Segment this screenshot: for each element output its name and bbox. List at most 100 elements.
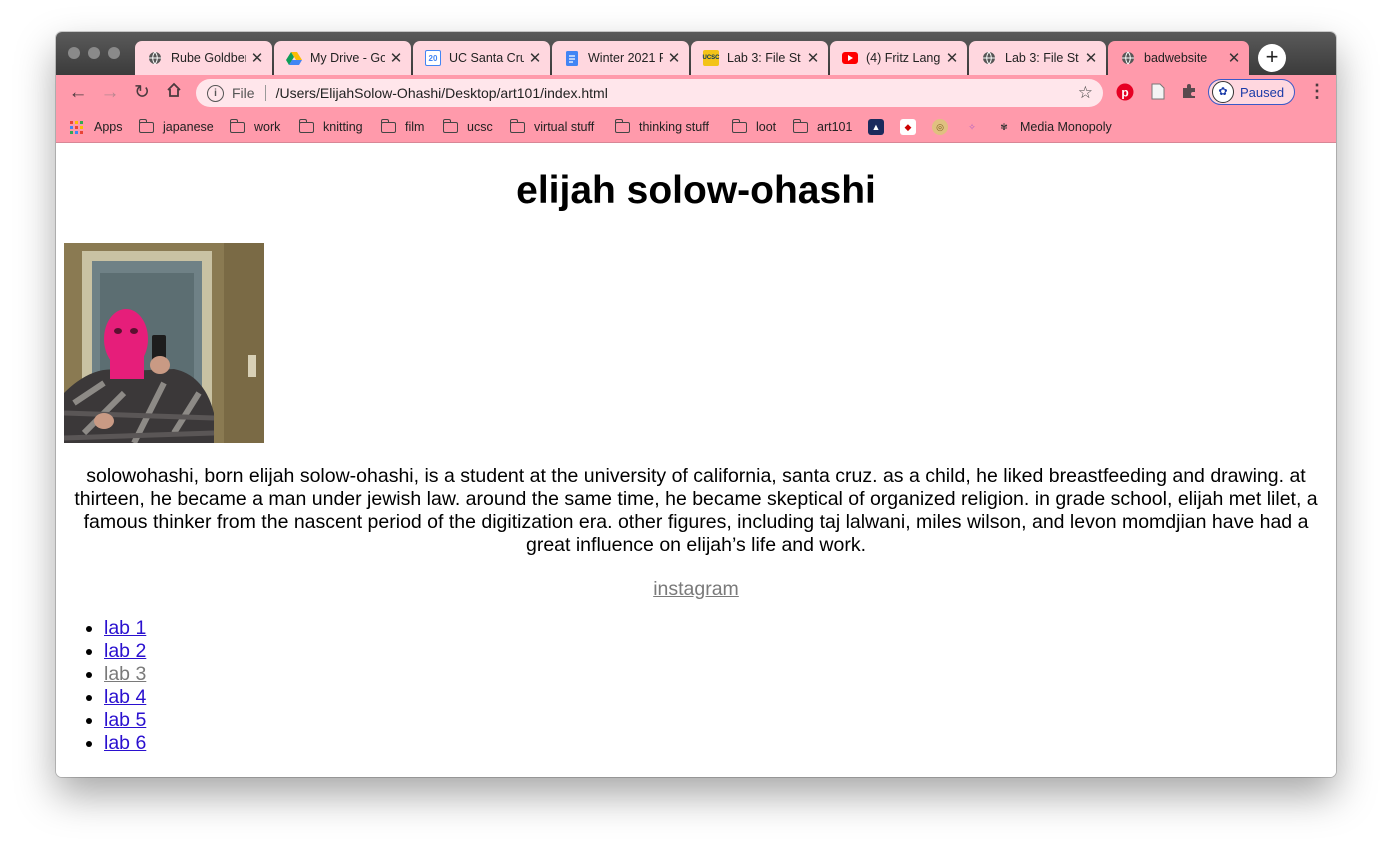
list-item: lab 3: [104, 663, 146, 686]
tab-title: Winter 2021 F: [588, 51, 663, 65]
lab-1-link[interactable]: lab 1: [104, 617, 146, 639]
reload-button[interactable]: ↻: [130, 81, 154, 105]
bookmark-folder-loot[interactable]: loot: [731, 117, 776, 137]
tab-my-drive[interactable]: My Drive - Go ✕: [274, 41, 411, 75]
list-item: lab 1: [104, 617, 146, 640]
folder-icon: [298, 118, 314, 133]
tab-uc-santa-cruz[interactable]: 20 UC Santa Cru ✕: [413, 41, 550, 75]
page-title: elijah solow-ohashi: [516, 169, 876, 212]
tab-badwebsite[interactable]: badwebsite ✕: [1108, 41, 1249, 75]
instagram-link[interactable]: instagram: [653, 578, 739, 600]
bookmark-folder-ucsc[interactable]: ucsc: [442, 117, 493, 137]
close-icon[interactable]: ✕: [1084, 49, 1098, 67]
lab-6-link[interactable]: lab 6: [104, 732, 146, 754]
tab-winter-2021[interactable]: Winter 2021 F ✕: [552, 41, 689, 75]
list-item: lab 4: [104, 686, 146, 709]
close-icon[interactable]: ✕: [945, 49, 959, 67]
seal-icon: ◎: [932, 119, 948, 135]
labs-list: lab 1 lab 2 lab 3 lab 4 lab 5 lab 6: [104, 617, 146, 755]
bookmark-folder-virtual-stuff[interactable]: virtual stuff: [509, 117, 594, 137]
close-icon[interactable]: ✕: [528, 49, 542, 67]
bookmark-apps[interactable]: Apps: [70, 117, 123, 137]
bookmark-folder-knitting[interactable]: knitting: [298, 117, 363, 137]
folder-icon: [229, 118, 245, 133]
lab-3-link[interactable]: lab 3: [104, 663, 146, 685]
reload-icon: ↻: [134, 82, 150, 103]
address-bar[interactable]: i File /Users/ElijahSolow-Ohashi/Desktop…: [196, 79, 1103, 107]
bookmark-label: japanese: [163, 120, 214, 134]
url-text[interactable]: /Users/ElijahSolow-Ohashi/Desktop/art101…: [276, 85, 1078, 101]
minimize-window-button[interactable]: [88, 47, 100, 59]
info-icon[interactable]: i: [207, 84, 224, 102]
bookmark-folder-japanese[interactable]: japanese: [138, 117, 214, 137]
bookmark-site-1[interactable]: ▲: [868, 117, 884, 137]
youtube-icon: [842, 50, 858, 66]
tab-title: UC Santa Cru: [449, 51, 524, 65]
folder-icon: [509, 118, 525, 133]
list-item: lab 6: [104, 732, 146, 755]
list-item: lab 2: [104, 640, 146, 663]
close-icon[interactable]: ✕: [389, 49, 403, 67]
google-drive-icon: [286, 50, 302, 66]
profile-button[interactable]: ✿ Paused: [1208, 79, 1295, 105]
tab-strip: Rube Goldberg ✕ My Drive - Go ✕ 20 UC Sa…: [56, 32, 1336, 75]
bookmark-folder-thinking-stuff[interactable]: thinking stuff: [614, 117, 709, 137]
bookmark-site-2[interactable]: ◆: [900, 117, 916, 137]
bookmark-site-3[interactable]: ◎: [932, 117, 948, 137]
bookmark-media-monopoly[interactable]: ✾ Media Monopoly: [996, 117, 1112, 137]
bookmark-folder-work[interactable]: work: [229, 117, 281, 137]
bookmark-label: thinking stuff: [639, 120, 709, 134]
home-button[interactable]: [162, 81, 186, 105]
forward-button[interactable]: →: [98, 81, 122, 105]
sparkle-icon: ✧: [968, 122, 976, 132]
folder-icon: [138, 118, 154, 133]
new-tab-button[interactable]: +: [1258, 44, 1286, 72]
tab-title: (4) Fritz Lang: [866, 51, 941, 65]
globe-icon: [981, 50, 997, 66]
separator: [264, 85, 266, 101]
profile-status: Paused: [1240, 84, 1285, 100]
more-menu-icon[interactable]: ⋮: [1308, 81, 1326, 102]
arrow-right-icon: →: [100, 82, 120, 103]
tab-title: My Drive - Go: [310, 51, 385, 65]
tree-icon: ✾: [1000, 122, 1008, 132]
folder-icon: [614, 118, 630, 133]
document-extension-icon[interactable]: [1148, 83, 1168, 103]
bookmark-site-4[interactable]: ✧: [964, 117, 980, 137]
tab-rube-goldberg[interactable]: Rube Goldberg ✕: [135, 41, 272, 75]
tab-lab-3-file-structure-2[interactable]: Lab 3: File St ✕: [969, 41, 1106, 75]
tab-fritz-lang[interactable]: (4) Fritz Lang ✕: [830, 41, 967, 75]
lab-5-link[interactable]: lab 5: [104, 709, 146, 731]
bookmark-folder-art101[interactable]: art101: [792, 117, 852, 137]
close-icon[interactable]: ✕: [667, 49, 681, 67]
tab-title: Rube Goldberg: [171, 51, 246, 65]
zoom-window-button[interactable]: [108, 47, 120, 59]
globe-icon: [147, 50, 163, 66]
tab-title: Lab 3: File St: [727, 51, 801, 65]
web-page: elijah solow-ohashi solowohashi, born el…: [56, 143, 1336, 777]
google-calendar-icon: 20: [425, 50, 441, 66]
lab-2-link[interactable]: lab 2: [104, 640, 146, 662]
browser-window: Rube Goldberg ✕ My Drive - Go ✕ 20 UC Sa…: [56, 32, 1336, 777]
profile-photo: [64, 243, 264, 443]
pinterest-icon[interactable]: p: [1115, 83, 1135, 103]
tab-title: badwebsite: [1144, 51, 1208, 65]
svg-text:p: p: [1121, 86, 1128, 100]
tab-lab-3-file-structure[interactable]: UCSC Lab 3: File St ✕: [691, 41, 828, 75]
lab-4-link[interactable]: lab 4: [104, 686, 146, 708]
bookmark-folder-film[interactable]: film: [380, 117, 425, 137]
extensions-puzzle-icon[interactable]: [1179, 83, 1199, 103]
ucsc-icon: UCSC: [703, 50, 720, 66]
bookmark-label: work: [254, 120, 281, 134]
close-window-button[interactable]: [68, 47, 80, 59]
home-icon: [166, 82, 182, 103]
bookmarks-bar: Apps japanese work knitting film ucsc vi…: [56, 111, 1336, 143]
close-icon[interactable]: ✕: [1227, 49, 1241, 67]
close-icon[interactable]: ✕: [250, 49, 264, 67]
arrow-left-icon: ←: [68, 82, 88, 103]
bookmark-label: film: [405, 120, 425, 134]
bookmark-star-icon[interactable]: ☆: [1078, 83, 1093, 103]
flag-icon: ◆: [900, 119, 916, 135]
close-icon[interactable]: ✕: [806, 49, 820, 67]
back-button[interactable]: ←: [66, 81, 90, 105]
